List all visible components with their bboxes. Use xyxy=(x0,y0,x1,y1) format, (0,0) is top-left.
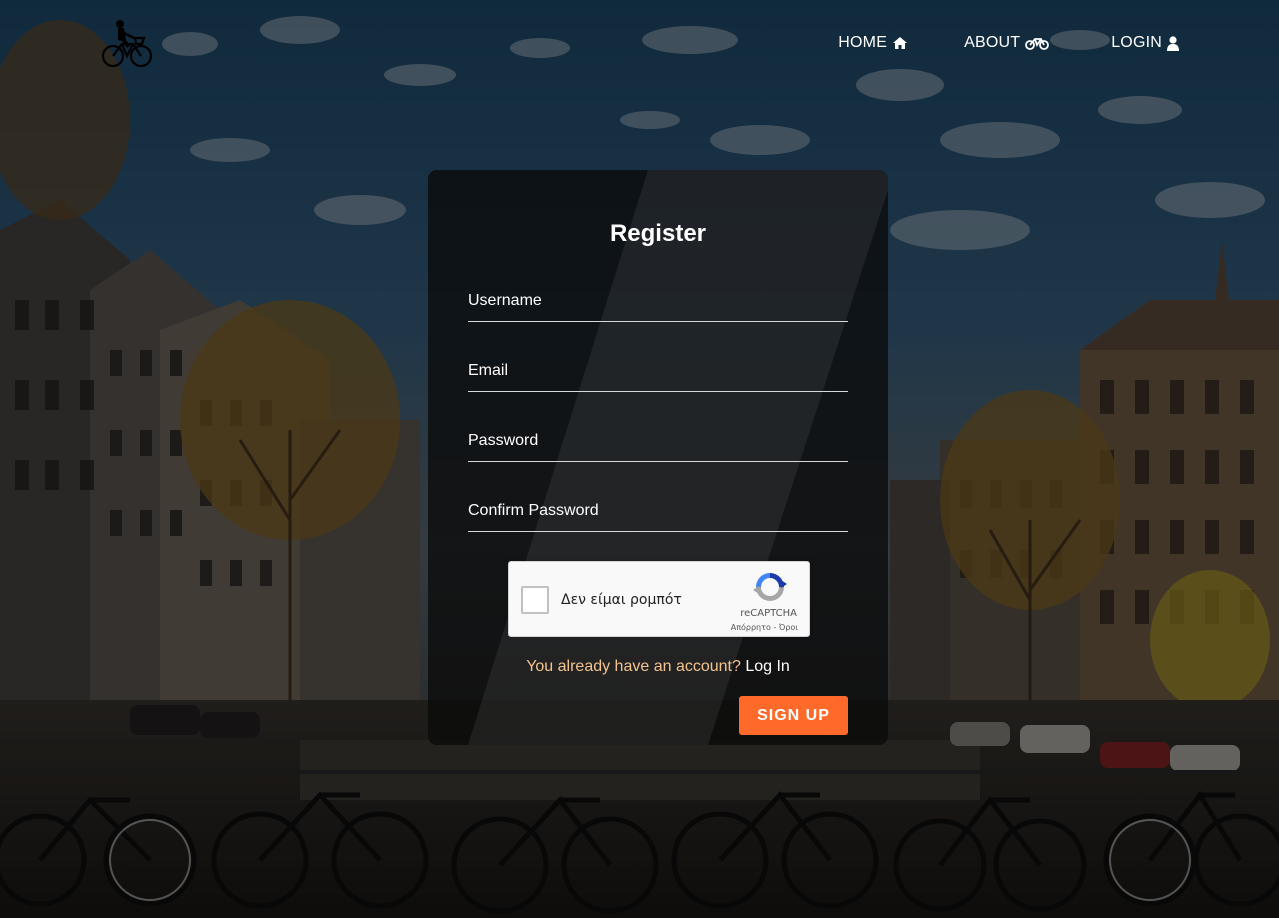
password-field xyxy=(468,420,848,462)
account-prompt-text: You already have an account? xyxy=(526,658,741,675)
recaptcha-widget: Δεν είμαι ρομπότ reCAPTCHA Απόρρητο - Όρ… xyxy=(508,561,810,637)
confirm-password-input[interactable] xyxy=(468,490,848,531)
nav-home-link[interactable]: HOME xyxy=(838,34,908,52)
nav-about-link[interactable]: ABOUT xyxy=(964,34,1050,52)
email-input[interactable] xyxy=(468,350,848,391)
recaptcha-checkbox[interactable] xyxy=(521,586,549,614)
cyclist-logo-icon[interactable] xyxy=(100,18,154,70)
recaptcha-brand: reCAPTCHA xyxy=(740,608,797,619)
email-field xyxy=(468,350,848,392)
nav-home-label: HOME xyxy=(838,34,888,51)
nav-login-label: LOGIN xyxy=(1111,34,1162,51)
recaptcha-terms-link[interactable]: Απόρρητο - Όροι xyxy=(731,623,798,632)
top-navbar: HOME ABOUT LOGIN xyxy=(0,0,1279,90)
nav-login-link[interactable]: LOGIN xyxy=(1111,34,1179,52)
password-input[interactable] xyxy=(468,420,848,461)
register-title: Register xyxy=(609,220,707,247)
username-input[interactable] xyxy=(468,280,848,321)
bicycle-icon xyxy=(1025,36,1050,50)
recaptcha-label: Δεν είμαι ρομπότ xyxy=(561,592,682,608)
nav-about-label: ABOUT xyxy=(964,34,1021,51)
recaptcha-logo-icon xyxy=(753,570,787,604)
user-icon xyxy=(1167,35,1179,51)
username-field xyxy=(468,280,848,322)
confirm-password-field xyxy=(468,490,848,532)
register-card: Register Δεν είμαι ρομπότ xyxy=(428,170,888,745)
login-link[interactable]: Log In xyxy=(745,658,789,675)
account-prompt-row: You already have an account? Log In xyxy=(428,658,888,676)
sign-up-button[interactable]: SIGN UP xyxy=(739,696,848,735)
home-icon xyxy=(892,36,908,50)
